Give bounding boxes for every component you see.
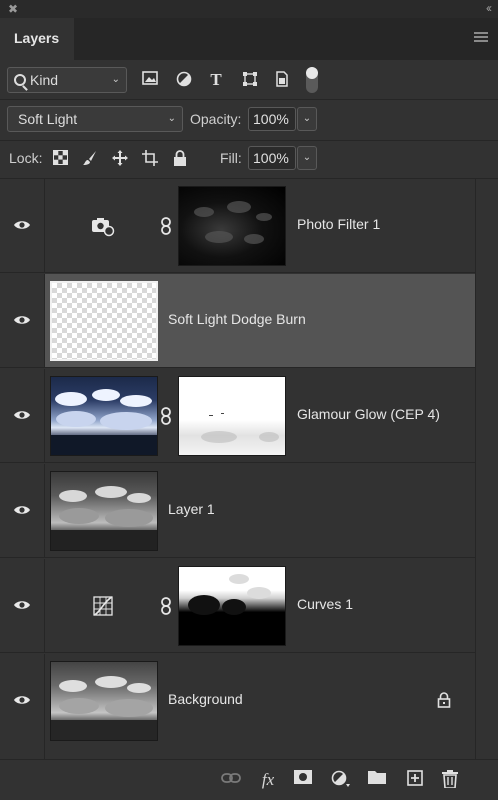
lock-transparent-pixels-icon[interactable] — [52, 150, 68, 166]
type-filter-icon[interactable]: T — [206, 71, 226, 89]
visibility-column — [0, 274, 45, 367]
eye-icon[interactable] — [13, 504, 31, 516]
chevron-down-icon: ⌄ — [167, 113, 176, 124]
layer-name[interactable]: Layer 1 — [168, 501, 215, 517]
layer-mask-thumbnail[interactable] — [178, 376, 286, 456]
eye-icon[interactable] — [13, 599, 31, 611]
lock-position-icon[interactable] — [112, 150, 128, 166]
close-panel-icon[interactable]: ✖ — [8, 2, 18, 16]
new-layer-icon[interactable] — [405, 770, 425, 790]
layers-scrollbar[interactable] — [475, 179, 498, 759]
visibility-column — [0, 179, 45, 272]
filter-kind-select[interactable]: Kind ⌄ — [7, 67, 127, 93]
link-layers-icon[interactable] — [221, 770, 241, 790]
fill-label: Fill: — [220, 150, 242, 166]
layer-thumbnail-image[interactable] — [50, 471, 158, 551]
layer-mask-thumbnail[interactable] — [178, 566, 286, 646]
layer-thumbnail-image[interactable] — [50, 661, 158, 741]
lock-row: Lock: Fill: 100% ⌄ — [0, 142, 498, 174]
panel-top-strip: ✖ ‹‹ — [0, 0, 498, 18]
mask-link-icon[interactable] — [160, 217, 172, 235]
layer-name[interactable]: Curves 1 — [297, 596, 353, 612]
layer-lock-icon[interactable] — [437, 692, 451, 708]
lock-all-icon[interactable] — [172, 150, 188, 166]
blend-mode-select[interactable]: Soft Light ⌄ — [7, 106, 183, 132]
opacity-label: Opacity: — [190, 111, 242, 127]
search-icon — [14, 74, 26, 86]
delete-icon[interactable] — [440, 770, 460, 790]
layer-name[interactable]: Glamour Glow (CEP 4) — [297, 406, 440, 422]
layer-row-layer-1[interactable]: Layer 1 — [0, 464, 475, 558]
tab-layers[interactable]: Layers — [0, 18, 74, 60]
eye-icon[interactable] — [13, 314, 31, 326]
filter-kind-label: Kind — [30, 72, 59, 88]
layers-bottom-bar: fx — [0, 759, 498, 800]
lock-artboard-icon[interactable] — [142, 150, 158, 166]
visibility-column — [0, 369, 45, 462]
mask-link-icon[interactable] — [160, 597, 172, 615]
blend-mode-value: Soft Light — [18, 111, 78, 127]
layer-row-curves-1[interactable]: Curves 1 — [0, 559, 475, 653]
layer-name[interactable]: Background — [168, 691, 243, 707]
filter-row: Kind ⌄ T — [0, 62, 498, 98]
layer-row-background[interactable]: Background — [0, 654, 475, 759]
panel-tab-bar: Layers — [0, 18, 498, 60]
panel-menu-icon[interactable] — [474, 32, 488, 44]
camera-filter-icon — [92, 218, 115, 237]
lock-label: Lock: — [9, 150, 43, 166]
eye-icon[interactable] — [13, 694, 31, 706]
layer-name[interactable]: Photo Filter 1 — [297, 216, 380, 232]
chevron-down-icon: ⌄ — [111, 74, 120, 85]
smart-object-filter-icon[interactable] — [272, 71, 292, 89]
blend-row: Soft Light ⌄ Opacity: 100% ⌄ — [0, 102, 498, 138]
collapse-panel-icon[interactable]: ‹‹ — [486, 1, 492, 15]
mask-link-icon[interactable] — [160, 407, 172, 425]
fx-icon[interactable]: fx — [258, 770, 278, 790]
visibility-column — [0, 464, 45, 557]
layer-name[interactable]: Soft Light Dodge Burn — [168, 311, 306, 327]
curves-icon — [93, 596, 113, 616]
layer-thumbnail-transparent[interactable] — [50, 281, 158, 361]
adjustment-filter-icon[interactable] — [174, 71, 194, 89]
image-filter-icon[interactable] — [140, 71, 160, 89]
layers-list: Photo Filter 1 Soft Light Dodge Burn Gla… — [0, 179, 475, 759]
filter-toggle[interactable] — [306, 67, 318, 93]
new-group-icon[interactable] — [367, 770, 387, 790]
layer-row-photo-filter-1[interactable]: Photo Filter 1 — [0, 179, 475, 273]
fill-input[interactable]: 100% — [248, 146, 296, 170]
visibility-column — [0, 654, 45, 759]
add-mask-icon[interactable] — [293, 770, 313, 790]
layer-thumbnail-image[interactable] — [50, 376, 158, 456]
layer-row-soft-light-dodge-burn[interactable]: Soft Light Dodge Burn — [0, 274, 475, 368]
eye-icon[interactable] — [13, 409, 31, 421]
layer-row-glamour-glow[interactable]: Glamour Glow (CEP 4) — [0, 369, 475, 463]
lock-image-pixels-icon[interactable] — [82, 150, 98, 166]
new-adjustment-icon[interactable] — [331, 770, 351, 790]
layers-panel: ✖ ‹‹ Layers Kind ⌄ T Soft Light ⌄ Opacit… — [0, 0, 498, 800]
opacity-dropdown-button[interactable]: ⌄ — [297, 107, 317, 131]
layer-mask-thumbnail[interactable] — [178, 186, 286, 266]
opacity-input[interactable]: 100% — [248, 107, 296, 131]
fill-dropdown-button[interactable]: ⌄ — [297, 146, 317, 170]
shape-filter-icon[interactable] — [240, 71, 260, 89]
eye-icon[interactable] — [13, 219, 31, 231]
visibility-column — [0, 559, 45, 652]
